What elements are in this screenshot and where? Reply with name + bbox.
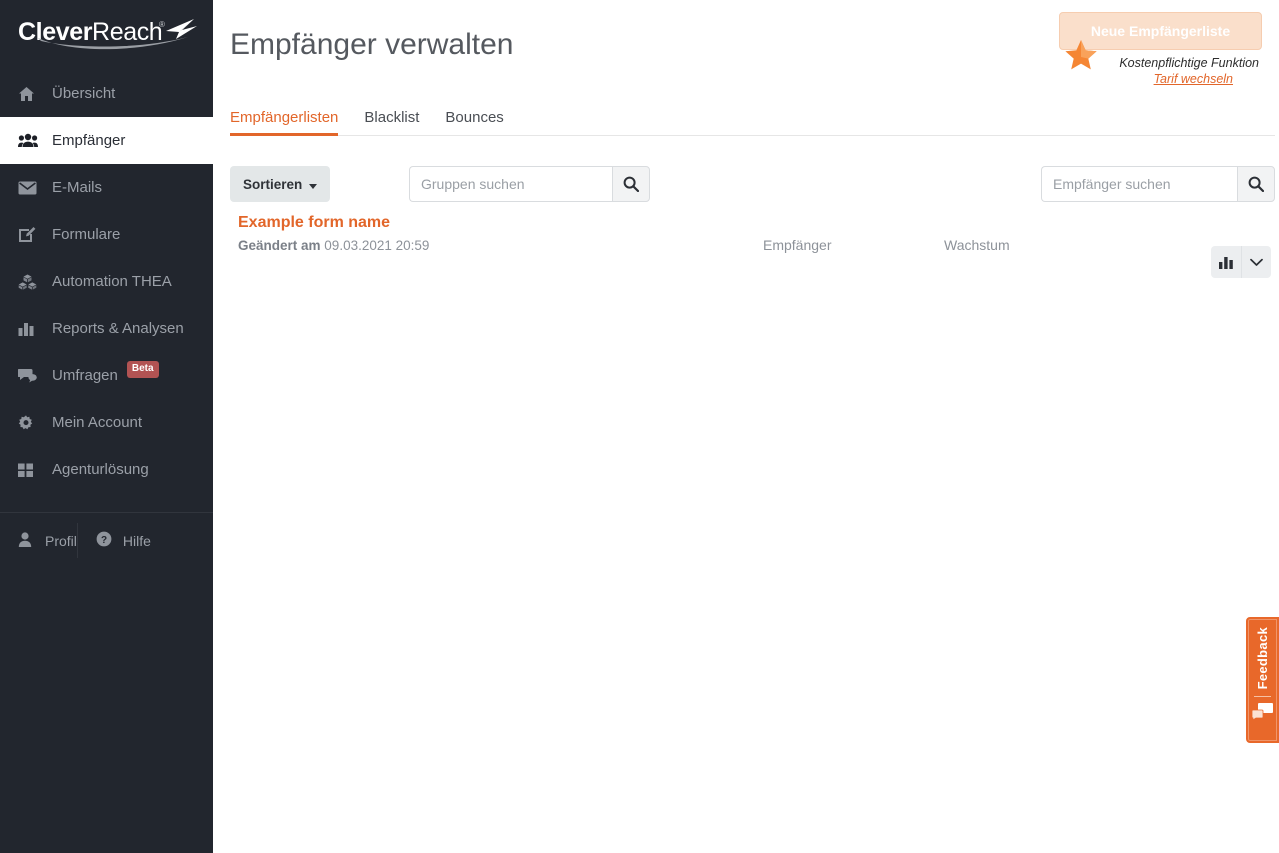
tab-empfaengerlisten[interactable]: Empfängerlisten [230,109,339,136]
sidebar-item-label: Übersicht [52,85,116,102]
speech-bubbles-icon [1251,703,1273,721]
swoosh-icon [38,37,188,50]
user-icon [18,531,40,550]
recipient-list: Example form name Geändert am 09.03.2021… [230,214,1275,278]
bar-chart-icon [18,321,44,336]
table-row: Example form name Geändert am 09.03.2021… [230,214,1275,278]
sidebar-item-label: Umfragen [52,367,118,384]
main-content: Empfänger verwalten Neue Empfängerliste … [213,0,1279,853]
group-search-input[interactable] [409,166,612,202]
envelope-icon [18,181,44,195]
sidebar-item-label: Hilfe [122,532,151,549]
sidebar-item-automation-thea[interactable]: Automation THEA [0,258,213,305]
tab-blacklist[interactable]: Blacklist [364,109,419,135]
status-badge-beta: Beta [126,361,159,378]
form-edit-icon [18,226,44,243]
list-name-link[interactable]: Example form name [238,214,390,232]
sidebar-item-label: Formulare [52,226,121,243]
sidebar-item-label: Agenturlösung [52,461,149,478]
sidebar-item-label: Reports & Analysen [52,320,184,337]
group-search-group [409,166,650,202]
recipient-search-group [1041,166,1275,202]
sidebar-item-label: Profil [45,532,77,549]
chevron-down-icon [1250,258,1263,266]
star-icon [1065,40,1097,70]
list-modified: Geändert am 09.03.2021 20:59 [238,238,429,253]
row-menu-button[interactable] [1241,246,1271,278]
sidebar-bottom-nav: Profil ? Hilfe [0,513,213,568]
cubes-icon [18,274,44,290]
toolbar: Sortieren [230,152,1275,202]
group-search-button[interactable] [612,166,650,202]
sidebar-item-umfragen[interactable]: Umfragen Beta [0,352,213,399]
list-modified-value: 09.03.2021 20:59 [324,238,430,253]
row-actions [1211,246,1271,278]
cta-block: Neue Empfängerliste Kostenpflichtige Fun… [1059,12,1262,86]
feedback-tab[interactable]: Feedback [1246,617,1279,743]
sidebar-item-agenturlosung[interactable]: Agenturlösung [0,446,213,493]
sidebar-item-reports-analysen[interactable]: Reports & Analysen [0,305,213,352]
page-title: Empfänger verwalten [230,28,514,61]
sidebar-item-label: Empfänger [52,132,126,149]
column-header-recipients: Empfänger [763,237,832,253]
logo[interactable]: CleverReach ® [0,0,213,70]
caret-down-icon [309,183,318,189]
sidebar-item-ubersicht[interactable]: Übersicht [0,70,213,117]
sidebar-item-formulare[interactable]: Formulare [0,211,213,258]
list-modified-label: Geändert am [238,238,321,253]
sidebar-item-label: Mein Account [52,414,143,431]
recipient-search-button[interactable] [1237,166,1275,202]
sidebar: CleverReach ® Übersicht Empfänger E-Mail… [0,0,213,853]
home-icon [18,86,44,102]
sidebar-nav: Übersicht Empfänger E-Mails Formulare Au… [0,70,213,568]
new-recipient-list-label: Neue Empfängerliste [1090,23,1231,39]
gear-icon [18,414,44,431]
tab-bar: Empfängerlisten Blacklist Bounces [230,100,1275,136]
recipient-search-input[interactable] [1041,166,1237,202]
sidebar-item-mein-account[interactable]: Mein Account [0,399,213,446]
grid-icon [18,463,44,477]
feedback-divider [1254,696,1271,698]
sidebar-item-emails[interactable]: E-Mails [0,164,213,211]
sort-button-label: Sortieren [243,176,303,192]
column-header-growth: Wachstum [944,237,1010,253]
stats-button[interactable] [1211,246,1241,278]
users-icon [18,133,44,148]
search-icon [1248,176,1264,192]
comments-icon [18,368,44,383]
sidebar-item-empfanger[interactable]: Empfänger [0,117,213,164]
question-circle-icon: ? [96,531,118,550]
svg-text:?: ? [101,535,107,546]
tab-bounces[interactable]: Bounces [445,109,503,135]
tarif-wechseln-link[interactable]: Tarif wechseln [1059,72,1262,86]
sort-button[interactable]: Sortieren [230,166,331,202]
sidebar-item-label: Automation THEA [52,273,172,290]
app-root: CleverReach ® Übersicht Empfänger E-Mail… [0,0,1279,853]
sidebar-item-label: E-Mails [52,179,103,196]
sidebar-item-profil[interactable]: Profil [0,513,77,568]
sidebar-item-hilfe[interactable]: ? Hilfe [78,513,151,568]
bar-chart-icon [1219,256,1233,269]
search-icon [623,176,639,192]
feedback-label: Feedback [1255,627,1270,690]
